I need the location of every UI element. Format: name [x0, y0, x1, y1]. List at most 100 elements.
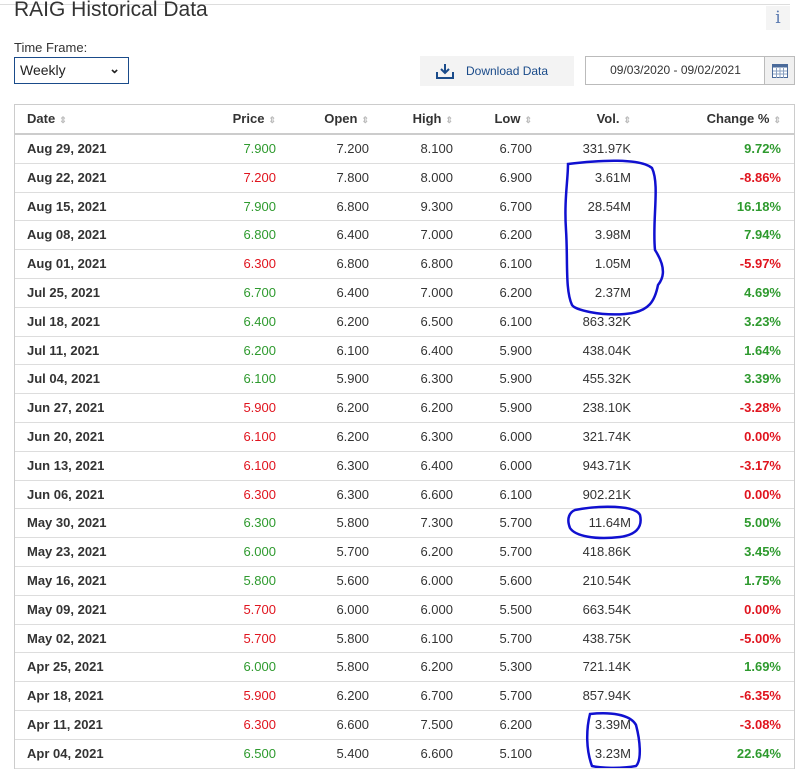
- column-header-low[interactable]: Low ⇕: [494, 105, 532, 134]
- cell-low: 5.700: [499, 630, 532, 646]
- table-row: Aug 22, 2021 7.200 7.800 8.000 6.900 3.61M -8.…: [15, 164, 794, 193]
- cell-vol: 3.23M: [594, 745, 631, 761]
- cell-price: 6.400: [243, 313, 276, 329]
- cell-price: 6.300: [243, 716, 276, 732]
- cell-open: 7.800: [336, 169, 369, 185]
- table-header: Date ⇕ Price ⇕ Open ⇕ High ⇕ Low ⇕ Vol. ⇕ Chan…: [15, 105, 794, 135]
- cell-chg: 0.00%: [744, 601, 781, 617]
- cell-high: 6.300: [420, 428, 453, 444]
- cell-low: 6.100: [499, 486, 532, 502]
- cell-vol: 238.10K: [582, 400, 631, 416]
- cell-open: 7.200: [336, 141, 369, 156]
- download-icon: [436, 64, 454, 79]
- column-header-high[interactable]: High ⇕: [413, 105, 453, 134]
- cell-price: 5.900: [243, 688, 276, 704]
- cell-chg: 3.45%: [744, 544, 781, 560]
- cell-chg: -8.86%: [739, 169, 781, 185]
- info-icon[interactable]: i: [766, 6, 790, 30]
- cell-date: Jun 13, 2021: [27, 457, 105, 473]
- cell-date: May 09, 2021: [27, 601, 107, 617]
- cell-high: 6.000: [420, 572, 453, 588]
- cell-price: 6.700: [243, 284, 276, 300]
- cell-date: Aug 08, 2021: [27, 227, 107, 243]
- cell-high: 8.000: [420, 169, 453, 185]
- cell-high: 6.200: [420, 400, 453, 416]
- cell-price: 6.000: [243, 659, 276, 675]
- cell-vol: 1.05M: [594, 256, 631, 272]
- chevron-down-icon: ⌄: [109, 61, 120, 76]
- cell-low: 5.900: [499, 371, 532, 387]
- cell-open: 6.400: [336, 227, 369, 243]
- cell-low: 5.700: [499, 688, 532, 704]
- column-header-open[interactable]: Open ⇕: [324, 105, 369, 134]
- table-row: Jun 27, 2021 5.900 6.200 6.200 5.900 238.10K -…: [15, 394, 794, 423]
- sort-icon: ⇕: [445, 115, 453, 125]
- cell-low: 6.200: [499, 284, 532, 300]
- cell-vol: 3.39M: [594, 716, 631, 732]
- cell-open: 6.300: [336, 457, 369, 473]
- cell-vol: 331.97K: [582, 141, 631, 156]
- time-frame-select[interactable]: Weekly ⌄: [14, 57, 129, 84]
- table-row: Jun 20, 2021 6.100 6.200 6.300 6.000 321.74K 0…: [15, 423, 794, 452]
- cell-price: 7.900: [243, 198, 276, 214]
- cell-open: 6.400: [336, 284, 369, 300]
- cell-open: 6.000: [336, 601, 369, 617]
- column-header-price[interactable]: Price ⇕: [233, 105, 276, 134]
- cell-open: 6.800: [336, 198, 369, 214]
- table-row: May 23, 2021 6.000 5.700 6.200 5.700 418.86K 3…: [15, 538, 794, 567]
- cell-high: 9.300: [420, 198, 453, 214]
- cell-chg: 4.69%: [744, 284, 781, 300]
- column-header-vol[interactable]: Vol. ⇕: [597, 105, 631, 134]
- cell-chg: -5.00%: [739, 630, 781, 646]
- cell-open: 5.800: [336, 515, 369, 531]
- cell-high: 6.600: [420, 486, 453, 502]
- cell-open: 5.700: [336, 544, 369, 560]
- table-row: May 09, 2021 5.700 6.000 6.000 5.500 663.54K 0…: [15, 596, 794, 625]
- cell-chg: 3.39%: [744, 371, 781, 387]
- cell-high: 6.800: [420, 256, 453, 272]
- cell-vol: 455.32K: [582, 371, 631, 387]
- cell-price: 6.300: [243, 486, 276, 502]
- cell-price: 6.300: [243, 256, 276, 272]
- cell-chg: 3.23%: [744, 313, 781, 329]
- cell-high: 7.000: [420, 284, 453, 300]
- cell-chg: 9.72%: [744, 141, 781, 156]
- cell-date: Apr 04, 2021: [27, 745, 104, 761]
- sort-icon: ⇕: [623, 115, 631, 125]
- cell-high: 6.400: [420, 342, 453, 358]
- cell-price: 6.500: [243, 745, 276, 761]
- cell-chg: 0.00%: [744, 428, 781, 444]
- historical-data-table: Date ⇕ Price ⇕ Open ⇕ High ⇕ Low ⇕ Vol. ⇕ Chan…: [14, 104, 795, 769]
- cell-chg: 16.18%: [736, 198, 781, 214]
- calendar-button[interactable]: [764, 56, 795, 85]
- cell-price: 6.100: [243, 428, 276, 444]
- cell-date: Aug 22, 2021: [27, 169, 107, 185]
- cell-vol: 863.32K: [582, 313, 631, 329]
- table-row: Jul 25, 2021 6.700 6.400 7.000 6.200 2.37M 4.6…: [15, 279, 794, 308]
- cell-vol: 11.64M: [588, 515, 631, 531]
- cell-vol: 721.14K: [582, 659, 631, 675]
- download-label: Download Data: [466, 64, 549, 78]
- cell-high: 6.600: [420, 745, 453, 761]
- cell-vol: 3.98M: [594, 227, 631, 243]
- cell-date: May 30, 2021: [27, 515, 107, 531]
- cell-vol: 438.75K: [582, 630, 631, 646]
- cell-open: 6.200: [336, 688, 369, 704]
- cell-open: 5.900: [336, 371, 369, 387]
- cell-date: Jul 11, 2021: [27, 342, 100, 358]
- cell-open: 6.200: [336, 428, 369, 444]
- date-range-input[interactable]: 09/03/2020 - 09/02/2021: [585, 56, 765, 85]
- cell-high: 7.300: [420, 515, 453, 531]
- cell-low: 5.500: [499, 601, 532, 617]
- cell-date: Aug 01, 2021: [27, 256, 107, 272]
- cell-price: 5.800: [243, 572, 276, 588]
- download-data-button[interactable]: Download Data: [420, 56, 574, 86]
- column-header-date[interactable]: Date ⇕: [27, 105, 67, 134]
- cell-low: 5.700: [499, 544, 532, 560]
- cell-date: May 23, 2021: [27, 544, 107, 560]
- cell-date: May 16, 2021: [27, 572, 107, 588]
- cell-high: 6.200: [420, 544, 453, 560]
- column-header-change[interactable]: Change % ⇕: [707, 105, 781, 134]
- cell-low: 6.000: [499, 428, 532, 444]
- cell-open: 6.300: [336, 486, 369, 502]
